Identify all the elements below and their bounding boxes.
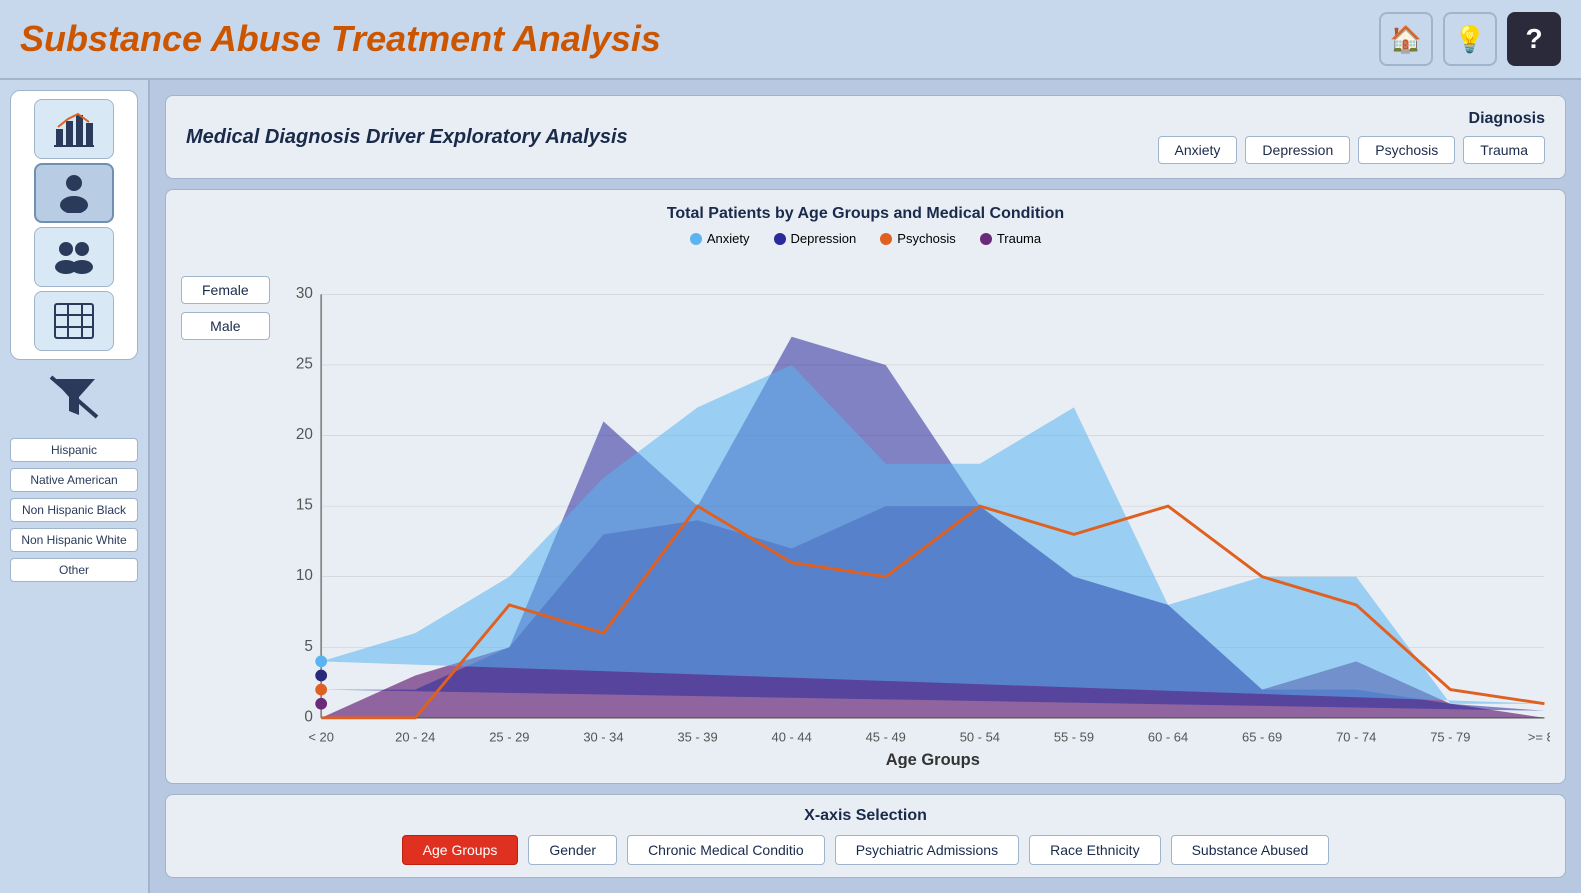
diagnosis-right: Diagnosis Anxiety Depression Psychosis T… (1158, 110, 1546, 164)
chart-title: Total Patients by Age Groups and Medical… (181, 205, 1550, 223)
chart-panel: Total Patients by Age Groups and Medical… (165, 189, 1566, 784)
help-button[interactable]: ? (1507, 12, 1561, 66)
xaxis-btn-gender[interactable]: Gender (528, 835, 617, 865)
diag-btn-psychosis[interactable]: Psychosis (1358, 136, 1455, 164)
diag-btn-anxiety[interactable]: Anxiety (1158, 136, 1238, 164)
svg-text:10: 10 (296, 567, 313, 584)
svg-text:15: 15 (296, 497, 313, 514)
anxiety-start-dot (315, 655, 327, 667)
sidebar-barchart-button[interactable] (34, 99, 114, 159)
legend-label-depression: Depression (791, 231, 857, 246)
home-button[interactable]: 🏠 (1379, 12, 1433, 66)
race-filter-hispanic[interactable]: Hispanic (10, 438, 138, 462)
svg-text:40 - 44: 40 - 44 (771, 729, 811, 744)
idea-button[interactable]: 💡 (1443, 12, 1497, 66)
no-filter-icon[interactable] (34, 372, 114, 422)
diag-btn-trauma[interactable]: Trauma (1463, 136, 1545, 164)
xaxis-btn-psychiatric[interactable]: Psychiatric Admissions (835, 835, 1019, 865)
trauma-start-dot (315, 698, 327, 710)
area-chart-svg: 30 25 20 15 10 5 0 (280, 256, 1550, 768)
diagnosis-button-group: Anxiety Depression Psychosis Trauma (1158, 136, 1546, 164)
legend-dot-anxiety (690, 233, 702, 245)
svg-text:65 - 69: 65 - 69 (1242, 729, 1282, 744)
svg-text:Age Groups: Age Groups (885, 751, 979, 768)
svg-text:70 - 74: 70 - 74 (1336, 729, 1376, 744)
svg-text:30 - 34: 30 - 34 (583, 729, 623, 744)
svg-text:55 - 59: 55 - 59 (1054, 729, 1094, 744)
main-layout: Hispanic Native American Non Hispanic Bl… (0, 80, 1581, 893)
xaxis-btn-substance[interactable]: Substance Abused (1171, 835, 1330, 865)
xaxis-btn-race[interactable]: Race Ethnicity (1029, 835, 1160, 865)
svg-text:75 - 79: 75 - 79 (1430, 729, 1470, 744)
gender-btn-female[interactable]: Female (181, 276, 270, 304)
xaxis-btn-age-groups[interactable]: Age Groups (402, 835, 519, 865)
race-filter-non-hispanic-white[interactable]: Non Hispanic White (10, 528, 138, 552)
gender-btn-male[interactable]: Male (181, 312, 270, 340)
chart-svg-container: 30 25 20 15 10 5 0 (280, 256, 1550, 768)
svg-text:20 - 24: 20 - 24 (395, 729, 435, 744)
depression-start-dot (315, 670, 327, 682)
svg-text:5: 5 (304, 638, 313, 655)
svg-text:30: 30 (296, 285, 313, 302)
chart-legend: Anxiety Depression Psychosis Trauma (181, 231, 1550, 246)
svg-text:25 - 29: 25 - 29 (489, 729, 529, 744)
svg-text:50 - 54: 50 - 54 (959, 729, 999, 744)
legend-anxiety: Anxiety (690, 231, 750, 246)
app-title: Substance Abuse Treatment Analysis (20, 18, 661, 60)
xaxis-button-group: Age Groups Gender Chronic Medical Condit… (402, 835, 1330, 865)
race-filter-native-american[interactable]: Native American (10, 468, 138, 492)
svg-text:< 20: < 20 (308, 729, 334, 744)
psychosis-start-dot (315, 684, 327, 696)
anxiety-area (321, 365, 1544, 704)
sidebar-table-button[interactable] (34, 291, 114, 351)
svg-text:25: 25 (296, 356, 313, 373)
content-area: Medical Diagnosis Driver Exploratory Ana… (150, 80, 1581, 893)
header: Substance Abuse Treatment Analysis 🏠 💡 ? (0, 0, 1581, 80)
race-filter-other[interactable]: Other (10, 558, 138, 582)
legend-dot-trauma (980, 233, 992, 245)
diagnosis-panel-title: Medical Diagnosis Driver Exploratory Ana… (186, 126, 628, 149)
race-filter-group: Hispanic Native American Non Hispanic Bl… (10, 438, 138, 582)
chart-body: Female Male 30 25 20 15 10 5 0 (181, 256, 1550, 768)
svg-text:45 - 49: 45 - 49 (865, 729, 905, 744)
svg-text:20: 20 (296, 426, 313, 443)
sidebar-nav-box (10, 90, 138, 360)
svg-text:>= 80: >= 80 (1528, 729, 1550, 744)
legend-dot-psychosis (880, 233, 892, 245)
xaxis-panel: X-axis Selection Age Groups Gender Chron… (165, 794, 1566, 878)
legend-dot-depression (774, 233, 786, 245)
diagnosis-label: Diagnosis (1469, 110, 1545, 128)
svg-text:0: 0 (304, 708, 313, 725)
header-icon-group: 🏠 💡 ? (1379, 12, 1561, 66)
legend-depression: Depression (774, 231, 857, 246)
sidebar: Hispanic Native American Non Hispanic Bl… (0, 80, 150, 893)
diagnosis-panel: Medical Diagnosis Driver Exploratory Ana… (165, 95, 1566, 179)
svg-text:60 - 64: 60 - 64 (1148, 729, 1188, 744)
sidebar-person-button[interactable] (34, 163, 114, 223)
legend-label-trauma: Trauma (997, 231, 1041, 246)
diag-btn-depression[interactable]: Depression (1245, 136, 1350, 164)
legend-trauma: Trauma (980, 231, 1041, 246)
xaxis-title: X-axis Selection (804, 807, 927, 825)
legend-label-psychosis: Psychosis (897, 231, 956, 246)
sidebar-group-button[interactable] (34, 227, 114, 287)
race-filter-non-hispanic-black[interactable]: Non Hispanic Black (10, 498, 138, 522)
xaxis-btn-chronic[interactable]: Chronic Medical Conditio (627, 835, 825, 865)
svg-text:35 - 39: 35 - 39 (677, 729, 717, 744)
gender-button-group: Female Male (181, 256, 280, 768)
legend-psychosis: Psychosis (880, 231, 956, 246)
legend-label-anxiety: Anxiety (707, 231, 750, 246)
